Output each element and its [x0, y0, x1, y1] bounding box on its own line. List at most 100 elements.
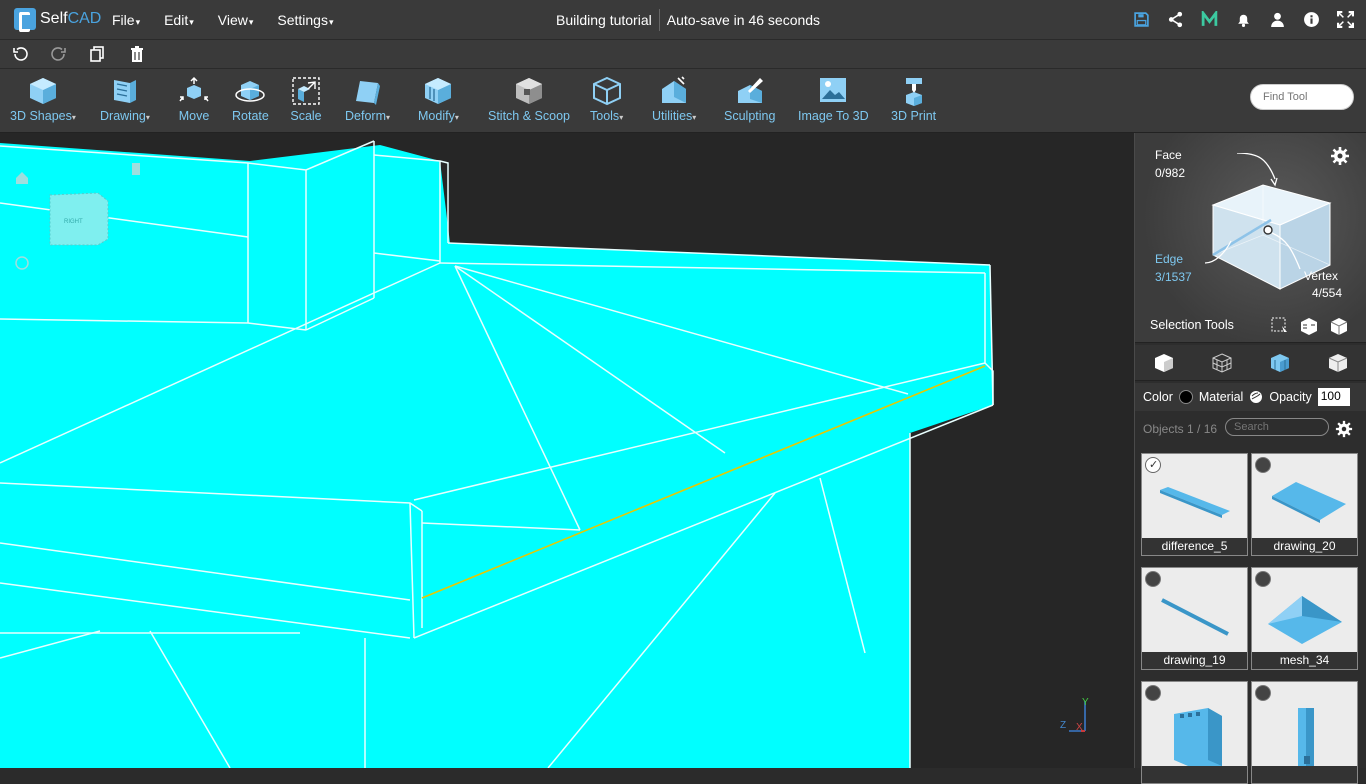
- tool-utilities[interactable]: Utilities: [652, 75, 696, 123]
- tools-icon: [592, 76, 621, 106]
- tool-move[interactable]: Move: [178, 75, 210, 123]
- object-thumbnail: [1174, 708, 1222, 766]
- object-card[interactable]: [1141, 681, 1248, 784]
- redo-icon[interactable]: [50, 45, 68, 63]
- material-label: Material: [1198, 390, 1244, 404]
- object-mode-icon[interactable]: [1153, 352, 1175, 374]
- object-checkbox[interactable]: [1255, 457, 1271, 473]
- modify-icon: [425, 78, 452, 104]
- tool-3d-print[interactable]: 3D Print: [891, 75, 936, 123]
- tool-tools[interactable]: Tools: [590, 75, 623, 123]
- project-header: Building tutorial Auto-save in 46 second…: [556, 0, 820, 40]
- axis-y-label: Y: [1082, 697, 1089, 708]
- color-swatch[interactable]: [1178, 390, 1193, 404]
- tool-label: Sculpting: [724, 109, 776, 123]
- tool-sculpting[interactable]: Sculpting: [724, 75, 775, 123]
- move-icon: [179, 76, 209, 102]
- edge-count: 3/1537: [1155, 270, 1192, 284]
- tool-scale[interactable]: Scale: [290, 75, 322, 123]
- cube-select-icon[interactable]: [1299, 317, 1319, 335]
- material-icon[interactable]: [1249, 390, 1263, 404]
- fullscreen-icon[interactable]: [1336, 8, 1354, 30]
- tool-label: Drawing: [100, 109, 150, 123]
- edge-label[interactable]: Edge: [1155, 252, 1183, 266]
- object-card[interactable]: mesh_34: [1251, 567, 1358, 670]
- tool-drawing[interactable]: Drawing: [100, 75, 150, 123]
- copy-icon[interactable]: [89, 45, 107, 63]
- gear-icon[interactable]: [1330, 146, 1350, 166]
- menu-settings[interactable]: Settings: [277, 0, 343, 40]
- xray-mode-icon[interactable]: [1327, 352, 1349, 374]
- tool-label: 3D Shapes: [10, 109, 76, 123]
- box-select-icon[interactable]: [1271, 317, 1289, 335]
- tool-label: Stitch & Scoop: [488, 109, 570, 123]
- face-select-icon[interactable]: [1329, 317, 1349, 335]
- edit-action-bar: [0, 40, 1366, 69]
- view-cube-label: RIGHT: [64, 219, 83, 225]
- find-tool-input[interactable]: [1250, 84, 1354, 110]
- logo-icon: [14, 8, 36, 32]
- axis-x-label: X: [1076, 722, 1083, 733]
- autosave-status: Auto-save in 46 seconds: [666, 12, 821, 28]
- selfcad-logo[interactable]: Self CAD: [14, 8, 101, 32]
- menu-view[interactable]: View: [218, 0, 264, 40]
- tool-deform[interactable]: Deform: [345, 75, 390, 123]
- tool-image-to-3d[interactable]: Image To 3D: [798, 75, 869, 123]
- object-card[interactable]: drawing_20: [1251, 453, 1358, 556]
- share-icon[interactable]: [1166, 8, 1184, 30]
- opacity-label: Opacity: [1269, 390, 1312, 404]
- tool-3d-shapes[interactable]: 3D Shapes: [10, 75, 76, 123]
- tool-label: Scale: [290, 109, 322, 123]
- object-name: drawing_19: [1142, 652, 1247, 669]
- object-checkbox[interactable]: [1255, 685, 1271, 701]
- tool-label: Rotate: [232, 109, 269, 123]
- view-lock-icon[interactable]: [132, 163, 140, 175]
- tool-rotate[interactable]: Rotate: [232, 75, 269, 123]
- solid-mode-icon[interactable]: [1269, 352, 1291, 374]
- vertex-label[interactable]: Vertex: [1304, 269, 1338, 283]
- scale-icon: [292, 77, 320, 105]
- tool-modify[interactable]: Modify: [418, 75, 459, 123]
- user-icon[interactable]: [1268, 8, 1286, 30]
- objects-search-input[interactable]: [1225, 418, 1329, 436]
- project-title[interactable]: Building tutorial: [556, 0, 652, 40]
- tool-label: Image To 3D: [798, 109, 869, 123]
- drawing-icon: [113, 80, 136, 103]
- objects-settings-icon[interactable]: [1335, 420, 1353, 438]
- tool-label: Move: [178, 109, 210, 123]
- object-checkbox[interactable]: [1145, 457, 1161, 473]
- object-thumbnail: [1272, 482, 1346, 523]
- properties-row: Color Material Opacity 100: [1135, 383, 1366, 411]
- tool-stitch-scoop[interactable]: Stitch & Scoop: [488, 75, 570, 123]
- bell-icon[interactable]: [1234, 8, 1252, 30]
- object-checkbox[interactable]: [1145, 685, 1161, 701]
- object-card[interactable]: drawing_19: [1141, 567, 1248, 670]
- m-icon[interactable]: [1200, 8, 1218, 30]
- printer-icon: [905, 78, 922, 106]
- menu-file[interactable]: File: [112, 0, 150, 40]
- opacity-input[interactable]: 100: [1317, 388, 1350, 406]
- undo-icon[interactable]: [11, 45, 29, 63]
- trash-icon[interactable]: [128, 45, 146, 63]
- objects-count: Objects 1 / 16: [1143, 422, 1218, 436]
- face-label[interactable]: Face: [1155, 148, 1182, 162]
- object-checkbox[interactable]: [1145, 571, 1161, 587]
- 3d-viewport[interactable]: RIGHT Y X Z: [0, 133, 1134, 768]
- tool-ribbon: 3D Shapes Drawing Move Rotate Scale Defo…: [0, 69, 1366, 133]
- wireframe-mode-icon[interactable]: [1211, 352, 1233, 374]
- logo-text-self: Self: [40, 10, 68, 27]
- object-name: mesh_34: [1252, 652, 1357, 669]
- info-icon[interactable]: [1302, 8, 1320, 30]
- object-name: difference_5: [1142, 538, 1247, 555]
- main-menu: File Edit View Settings: [112, 0, 358, 40]
- object-checkbox[interactable]: [1255, 571, 1271, 587]
- stitch-scoop-icon: [516, 78, 542, 104]
- object-thumbnail: [1160, 487, 1230, 518]
- save-icon[interactable]: [1132, 8, 1150, 30]
- object-card[interactable]: [1251, 681, 1358, 784]
- menu-edit[interactable]: Edit: [164, 0, 204, 40]
- scene-canvas[interactable]: RIGHT Y X Z: [0, 133, 1134, 768]
- tool-label: Utilities: [652, 109, 696, 123]
- object-card[interactable]: difference_5: [1141, 453, 1248, 556]
- rotate-icon: [235, 81, 266, 102]
